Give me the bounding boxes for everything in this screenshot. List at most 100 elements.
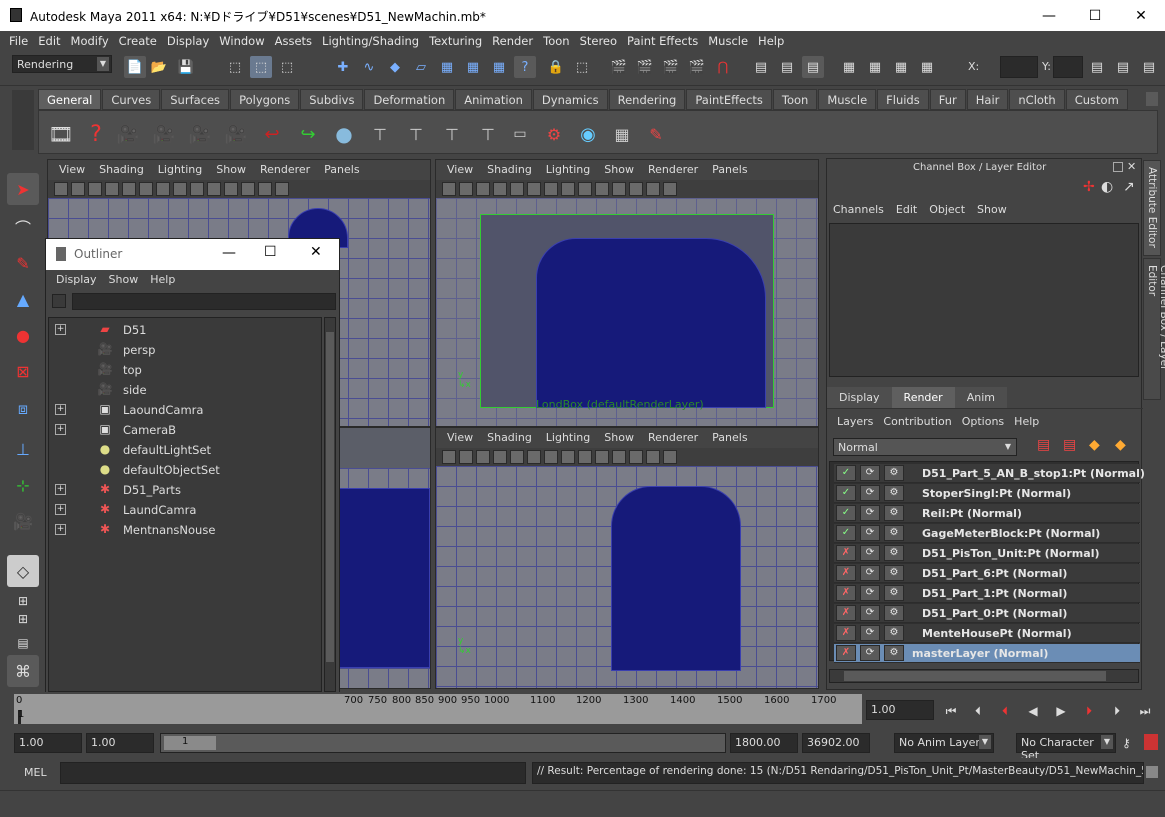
render-flags-icon[interactable]: ◆ <box>1115 437 1126 453</box>
minimize-button[interactable]: — <box>1026 0 1072 31</box>
minimize-button[interactable]: — <box>222 245 236 261</box>
snap-curve-icon[interactable]: ∿ <box>358 56 380 78</box>
snap-grid-icon[interactable]: ✚ <box>332 56 354 78</box>
recycle-icon[interactable]: ⟳ <box>860 585 880 601</box>
outliner-vertical-scrollbar[interactable] <box>324 317 336 692</box>
lights-icon[interactable] <box>612 450 626 464</box>
render-settings-icon[interactable]: ⚙ <box>884 585 904 601</box>
film-gate-icon[interactable] <box>527 182 541 196</box>
float-icon[interactable] <box>1113 162 1123 172</box>
list-item[interactable]: + ✱ D51_Parts <box>55 480 323 500</box>
menu-texturing[interactable]: Texturing <box>424 31 487 52</box>
expand-icon[interactable]: + <box>55 484 66 495</box>
movie-reel-icon[interactable]: 🎞 <box>45 119 77 149</box>
axis-gizmo-icon[interactable]: ✢ <box>1083 179 1095 195</box>
snap-surface-icon[interactable]: ▦ <box>436 56 458 78</box>
render-settings-icon[interactable]: 🎬 <box>660 56 682 78</box>
vp-menu-renderer[interactable]: Renderer <box>641 160 705 180</box>
tab-painteffects[interactable]: PaintEffects <box>686 89 772 110</box>
hierarchy-3-icon[interactable]: ⊤ <box>437 119 467 149</box>
tab-display[interactable]: Display <box>827 387 892 408</box>
camera-icon[interactable] <box>54 182 68 196</box>
tab-dynamics[interactable]: Dynamics <box>532 89 608 110</box>
viewport-canvas[interactable]: y ↳x <box>436 466 818 688</box>
vp-menu-show[interactable]: Show <box>209 160 253 180</box>
vp-menu-lighting[interactable]: Lighting <box>539 428 597 448</box>
tool-settings-icon[interactable]: ▦ <box>838 56 860 78</box>
layer-menu-contribution[interactable]: Contribution <box>883 415 951 428</box>
render-settings-icon[interactable]: ⚙ <box>884 545 904 561</box>
wireframe-icon[interactable] <box>561 182 575 196</box>
script-editor-icon[interactable] <box>1146 766 1158 778</box>
recycle-icon[interactable]: ⟳ <box>860 645 880 661</box>
texture-cube-icon[interactable]: ▦ <box>607 119 637 149</box>
list-item[interactable]: + ▰ D51 <box>55 320 323 340</box>
render-region-icon[interactable]: 🎥 <box>221 119 251 149</box>
vp-menu-lighting[interactable]: Lighting <box>539 160 597 180</box>
channel-box-side-tab[interactable]: Channel Box / Layer Editor <box>1143 258 1165 400</box>
not-renderable-icon[interactable]: ✗ <box>836 585 856 601</box>
image-plane-icon[interactable] <box>493 450 507 464</box>
paint-select-icon[interactable]: ✎ <box>7 247 39 279</box>
vp-menu-renderer[interactable]: Renderer <box>641 428 705 448</box>
tab-subdivs[interactable]: Subdivs <box>300 89 364 110</box>
expand-icon[interactable]: + <box>55 524 66 535</box>
menu-toon[interactable]: Toon <box>538 31 574 52</box>
lights-icon[interactable] <box>224 182 238 196</box>
image-plane-icon[interactable] <box>105 182 119 196</box>
menu-render[interactable]: Render <box>487 31 538 52</box>
tab-rendering[interactable]: Rendering <box>608 89 686 110</box>
render-view-icon[interactable]: ▦ <box>864 56 886 78</box>
viewport-canvas[interactable]: LondBox (defaultRenderLayer) y ↳x <box>436 198 818 426</box>
render-layer-row[interactable]: ✗ ⟳ ⚙ D51_Part_1:Pt (Normal) <box>834 584 1140 603</box>
tab-toon[interactable]: Toon <box>772 89 818 110</box>
menu-assets[interactable]: Assets <box>270 31 317 52</box>
playback-start-field[interactable]: 1.00 <box>86 733 154 753</box>
magnet-icon[interactable]: ⋂ <box>712 56 734 78</box>
two-view-layout-icon[interactable]: ⊞ <box>7 611 39 627</box>
channelbox-toggle-icon[interactable]: ▤ <box>802 56 824 78</box>
list-item[interactable]: + ▣ LaoundCamra <box>55 400 323 420</box>
list-item[interactable]: + ✱ MentnansNouse <box>55 520 323 540</box>
hierarchy-2-icon[interactable]: ⊤ <box>401 119 431 149</box>
last-tool-icon[interactable]: 🎥 <box>7 505 39 537</box>
layer-menu-options[interactable]: Options <box>962 415 1004 428</box>
batch-render-icon[interactable]: 🎥 <box>185 119 215 149</box>
go-to-start-icon[interactable]: ⏮ <box>940 702 962 720</box>
universal-manip-icon[interactable]: ⧈ <box>7 393 39 425</box>
isolate-icon[interactable] <box>646 450 660 464</box>
recycle-icon[interactable]: ⟳ <box>860 545 880 561</box>
vp-menu-shading[interactable]: Shading <box>480 428 539 448</box>
list-item[interactable]: 🎥 side <box>55 380 323 400</box>
channel-list[interactable] <box>829 223 1139 377</box>
recycle-icon[interactable]: ⟳ <box>860 505 880 521</box>
film-gate-icon[interactable] <box>527 450 541 464</box>
sidebar-toggle-icon[interactable]: ▤ <box>750 56 772 78</box>
render-layer-row[interactable]: ✗ ⟳ ⚙ D51_Part_6:Pt (Normal) <box>834 564 1140 583</box>
textured-icon[interactable] <box>595 182 609 196</box>
isolate-icon[interactable] <box>646 182 660 196</box>
not-renderable-icon[interactable]: ✗ <box>836 545 856 561</box>
render-settings-icon[interactable]: ⚙ <box>884 565 904 581</box>
select-object-icon[interactable]: ⬚ <box>250 56 272 78</box>
snapshot-icon[interactable]: ↩ <box>257 119 287 149</box>
animation-end-field[interactable]: 36902.00 <box>802 733 870 753</box>
lineup-icon[interactable]: ▤ <box>1086 56 1108 78</box>
recycle-icon[interactable]: ⟳ <box>860 605 880 621</box>
tab-render[interactable]: Render <box>891 387 955 408</box>
render-settings-icon[interactable]: ⚙ <box>884 605 904 621</box>
input-output-icon[interactable]: ⬚ <box>571 56 593 78</box>
bookmark-icon[interactable] <box>476 450 490 464</box>
list-item[interactable]: + ✱ LaundCamra <box>55 500 323 520</box>
filter-icon[interactable] <box>52 294 66 308</box>
single-perspective-layout-icon[interactable]: ◇ <box>7 555 39 587</box>
tab-fluids[interactable]: Fluids <box>877 89 929 110</box>
help-question-icon[interactable]: ? <box>83 119 109 149</box>
select-component-icon[interactable]: ⬚ <box>276 56 298 78</box>
snap-point-icon[interactable]: ◆ <box>384 56 406 78</box>
vp-menu-lighting[interactable]: Lighting <box>151 160 209 180</box>
render-frame-icon[interactable]: 🎬 <box>608 56 630 78</box>
light-linker-icon[interactable]: ⚙ <box>539 119 569 149</box>
layout-icon[interactable]: ▤ <box>1112 56 1134 78</box>
scrollbar-thumb[interactable] <box>844 671 1106 681</box>
